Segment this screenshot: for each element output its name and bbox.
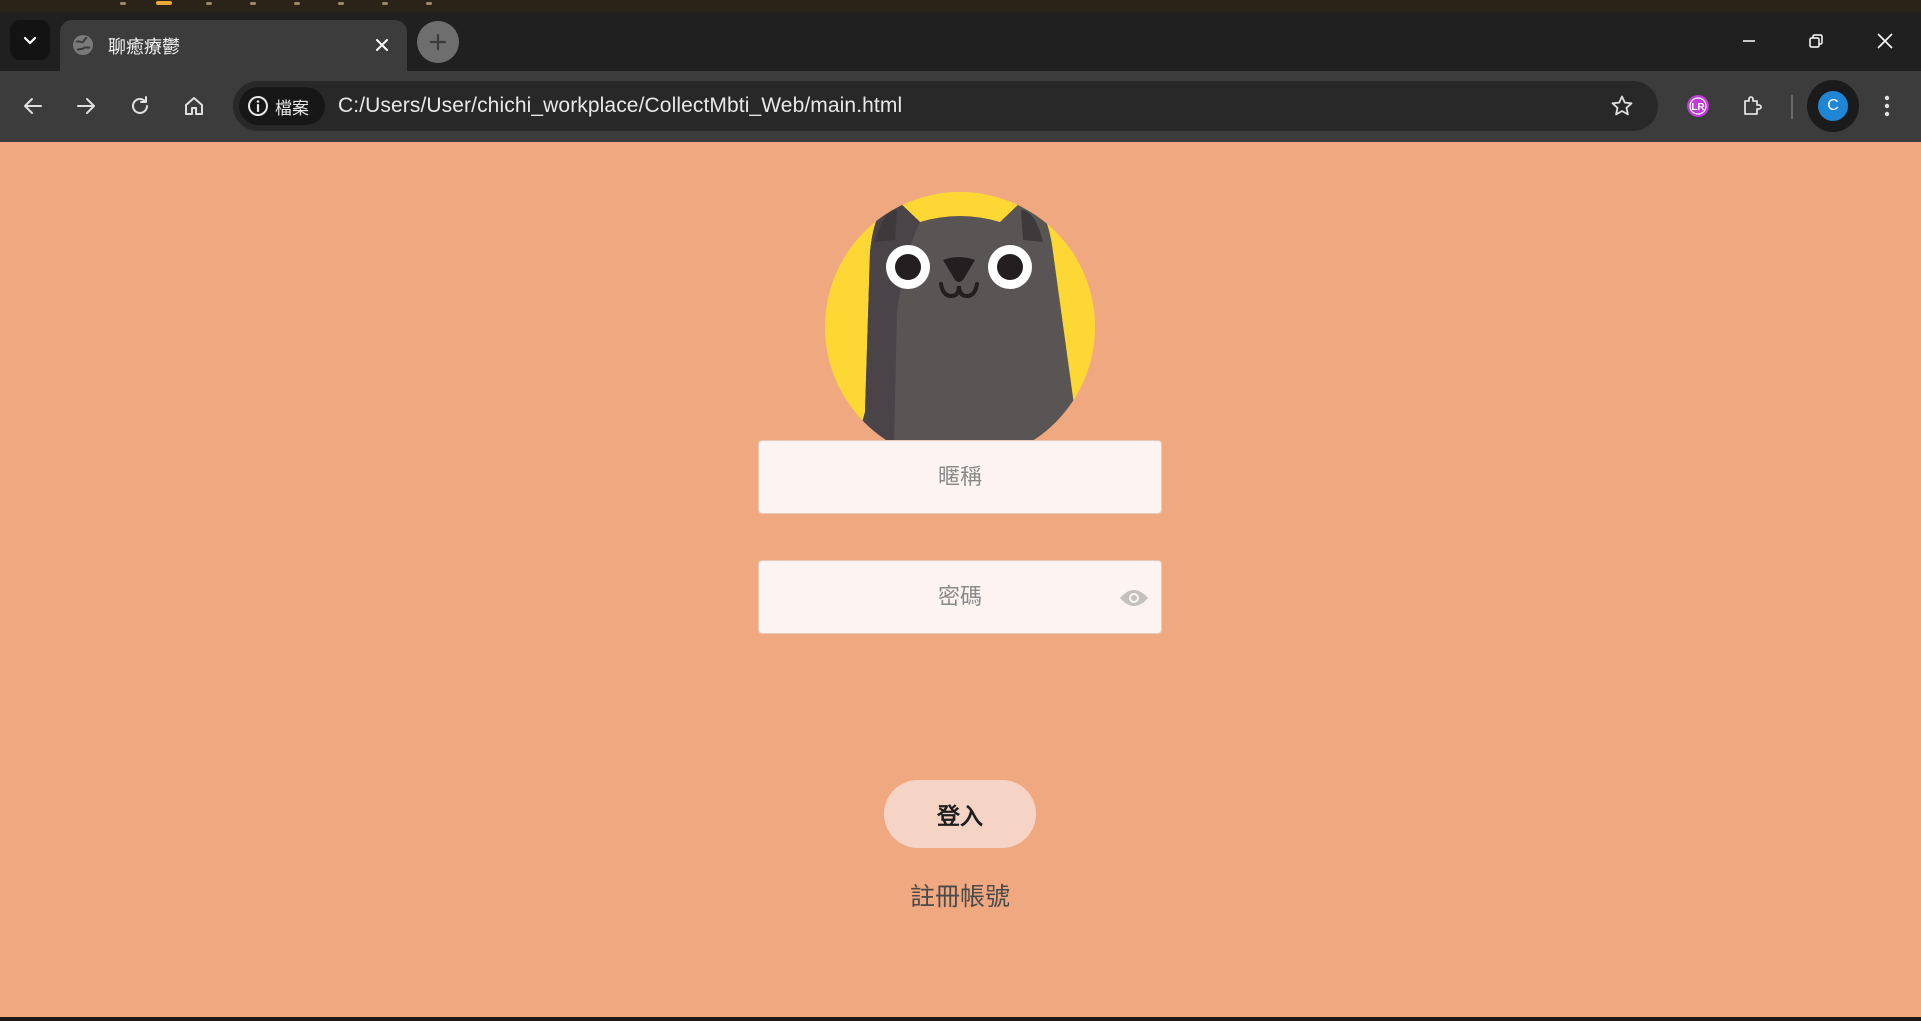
login-page: 登入 註冊帳號: [0, 142, 1921, 1017]
bookmark-button[interactable]: [1607, 91, 1637, 121]
extension-badge: LR: [1691, 102, 1705, 113]
reload-button[interactable]: [120, 86, 160, 126]
close-window-button[interactable]: [1858, 21, 1912, 61]
avatar: C: [1818, 91, 1848, 121]
home-button[interactable]: [174, 86, 214, 126]
minimize-button[interactable]: [1722, 21, 1776, 61]
restore-icon: [1809, 34, 1823, 48]
back-button[interactable]: [13, 86, 53, 126]
chevron-down-icon: [23, 36, 37, 45]
info-icon: [248, 96, 268, 116]
site-info-chip[interactable]: 檔案: [239, 87, 325, 125]
browser-toolbar: 檔案 C:/Users/User/chichi_workplace/Collec…: [0, 71, 1921, 142]
tab-close-button[interactable]: [369, 32, 395, 58]
extensions-button[interactable]: [1733, 86, 1773, 126]
browser-window: 聊癒療鬱 檔案 C:/Users/User/chichi_workplace/C…: [0, 0, 1921, 1021]
star-icon: [1611, 95, 1633, 116]
arrow-left-icon: [24, 98, 42, 114]
url-text[interactable]: C:/Users/User/chichi_workplace/CollectMb…: [338, 94, 902, 118]
reload-icon: [132, 96, 148, 114]
tab-title: 聊癒療鬱: [108, 37, 180, 58]
address-bar[interactable]: 檔案 C:/Users/User/chichi_workplace/Collec…: [233, 81, 1658, 131]
nickname-field[interactable]: [758, 440, 1162, 514]
login-button[interactable]: 登入: [884, 780, 1036, 848]
globe-icon: [73, 35, 93, 55]
top-strip: [0, 0, 1921, 12]
site-chip-label: 檔案: [275, 98, 309, 119]
show-password-button[interactable]: [1119, 585, 1149, 611]
window-bottom-border: [0, 1017, 1921, 1021]
password-field[interactable]: [758, 560, 1162, 634]
nickname-input[interactable]: [759, 441, 1161, 513]
arrow-right-icon: [77, 98, 95, 114]
lr-extension-icon: LR: [1687, 95, 1709, 117]
extension-lr-button[interactable]: LR: [1678, 86, 1718, 126]
close-icon: [376, 39, 388, 51]
close-icon: [1877, 33, 1893, 49]
tab-active[interactable]: 聊癒療鬱: [60, 20, 407, 71]
forward-button[interactable]: [66, 86, 106, 126]
home-icon: [185, 97, 203, 115]
toolbar-separator: [1791, 95, 1793, 119]
minimize-icon: [1743, 40, 1755, 42]
tab-bar: 聊癒療鬱: [0, 12, 1921, 71]
plus-icon: [429, 33, 447, 51]
cat-avatar-icon: [825, 192, 1095, 462]
tab-search-button[interactable]: [10, 20, 50, 60]
new-tab-button[interactable]: [417, 21, 459, 63]
menu-button[interactable]: [1867, 86, 1907, 126]
register-link[interactable]: 註冊帳號: [860, 877, 1060, 913]
more-vertical-icon: [1884, 95, 1890, 117]
puzzle-icon: [1744, 96, 1762, 115]
password-input[interactable]: [759, 561, 1161, 633]
profile-button[interactable]: C: [1807, 80, 1859, 132]
eye-icon: [1120, 590, 1148, 606]
restore-button[interactable]: [1789, 21, 1843, 61]
